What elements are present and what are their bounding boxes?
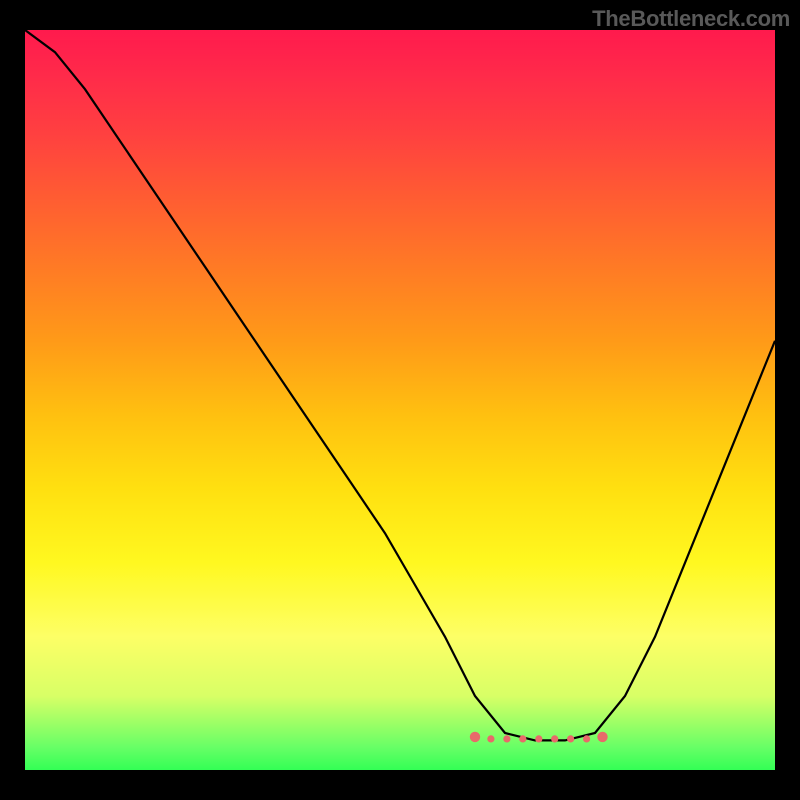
watermark-text: TheBottleneck.com xyxy=(592,6,790,32)
optimal-highlight-band xyxy=(470,732,608,743)
bottleneck-curve xyxy=(25,30,775,740)
chart-curve-svg xyxy=(25,30,775,770)
chart-plot-area xyxy=(25,30,775,770)
